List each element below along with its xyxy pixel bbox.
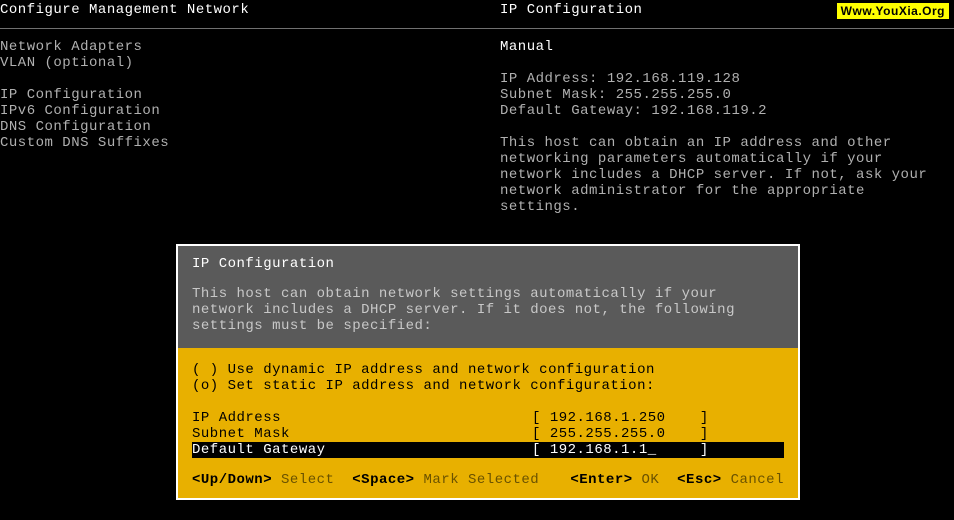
ip-label: IP Address: xyxy=(500,71,598,87)
field-ip-address[interactable]: IP Address [ 192.168.1.250 ] xyxy=(192,410,784,426)
key-enter: <Enter> xyxy=(570,472,632,488)
menu-item-ipv6-config[interactable]: IPv6 Configuration xyxy=(0,103,500,119)
left-menu: Network Adapters VLAN (optional) IP Conf… xyxy=(0,39,500,215)
mode-label: Manual xyxy=(500,39,954,55)
info-spacer xyxy=(500,55,954,71)
field-mask-label: Subnet Mask xyxy=(192,426,532,442)
menu-spacer xyxy=(0,71,500,87)
field-block: IP Address [ 192.168.1.250 ] Subnet Mask… xyxy=(192,410,784,458)
option-dynamic-label: Use dynamic IP address and network confi… xyxy=(228,362,655,378)
header: Configure Management Network IP Configur… xyxy=(0,0,954,22)
option-static-label: Set static IP address and network config… xyxy=(228,378,655,394)
gw-label: Default Gateway: xyxy=(500,103,642,119)
cursor-icon: _ xyxy=(648,442,657,458)
mask-label: Subnet Mask: xyxy=(500,87,607,103)
header-divider xyxy=(0,28,954,29)
dialog-header: IP Configuration This host can obtain ne… xyxy=(178,246,798,348)
menu-item-dns-config[interactable]: DNS Configuration xyxy=(0,119,500,135)
bracket-open-icon: [ xyxy=(532,442,550,458)
action-ok: OK xyxy=(642,472,660,488)
body: Network Adapters VLAN (optional) IP Conf… xyxy=(0,39,954,215)
action-mark: Mark Selected xyxy=(423,472,539,488)
field-subnet-mask[interactable]: Subnet Mask [ 255.255.255.0 ] xyxy=(192,426,784,442)
footer-right: <Enter> OK <Esc> Cancel xyxy=(570,472,784,488)
bracket-close-icon: ] xyxy=(700,426,709,442)
key-space: <Space> xyxy=(352,472,414,488)
dialog-description: This host can obtain network settings au… xyxy=(192,286,784,334)
header-title-left: Configure Management Network xyxy=(0,2,500,18)
field-gw-value[interactable]: 192.168.1.1_ xyxy=(550,442,700,458)
radio-unselected-icon: ( ) xyxy=(192,362,219,378)
bracket-open-icon: [ xyxy=(532,426,550,442)
menu-item-custom-dns[interactable]: Custom DNS Suffixes xyxy=(0,135,500,151)
option-dynamic[interactable]: ( ) Use dynamic IP address and network c… xyxy=(192,362,784,378)
info-paragraph: This host can obtain an IP address and o… xyxy=(500,135,940,215)
menu-item-vlan[interactable]: VLAN (optional) xyxy=(0,55,500,71)
radio-selected-icon: (o) xyxy=(192,378,219,394)
watermark-badge: Www.YouXia.Org xyxy=(836,2,950,20)
action-cancel: Cancel xyxy=(731,472,784,488)
dialog-title: IP Configuration xyxy=(192,256,784,272)
info-gw: Default Gateway: 192.168.119.2 xyxy=(500,103,954,119)
bracket-open-icon: [ xyxy=(532,410,550,426)
footer-left: <Up/Down> Select <Space> Mark Selected xyxy=(192,472,570,488)
info-ip: IP Address: 192.168.119.128 xyxy=(500,71,954,87)
field-ip-label: IP Address xyxy=(192,410,532,426)
field-gw-label: Default Gateway xyxy=(192,442,532,458)
option-static[interactable]: (o) Set static IP address and network co… xyxy=(192,378,784,394)
right-panel: Manual IP Address: 192.168.119.128 Subne… xyxy=(500,39,954,215)
menu-item-ip-config[interactable]: IP Configuration xyxy=(0,87,500,103)
key-esc: <Esc> xyxy=(677,472,722,488)
mask-value: 255.255.255.0 xyxy=(616,87,732,103)
info-mask: Subnet Mask: 255.255.255.0 xyxy=(500,87,954,103)
dialog-body: ( ) Use dynamic IP address and network c… xyxy=(178,348,798,458)
ip-value: 192.168.119.128 xyxy=(607,71,741,87)
action-select: Select xyxy=(281,472,334,488)
screen: Configure Management Network IP Configur… xyxy=(0,0,954,520)
field-ip-value[interactable]: 192.168.1.250 xyxy=(550,410,700,426)
gw-value: 192.168.119.2 xyxy=(651,103,767,119)
key-updown: <Up/Down> xyxy=(192,472,272,488)
menu-item-network-adapters[interactable]: Network Adapters xyxy=(0,39,500,55)
dialog-footer: <Up/Down> Select <Space> Mark Selected <… xyxy=(178,458,798,498)
bracket-close-icon: ] xyxy=(700,410,709,426)
bracket-close-icon: ] xyxy=(700,442,709,458)
ip-config-dialog: IP Configuration This host can obtain ne… xyxy=(176,244,800,500)
field-default-gateway[interactable]: Default Gateway [ 192.168.1.1_ ] xyxy=(192,442,784,458)
field-mask-value[interactable]: 255.255.255.0 xyxy=(550,426,700,442)
